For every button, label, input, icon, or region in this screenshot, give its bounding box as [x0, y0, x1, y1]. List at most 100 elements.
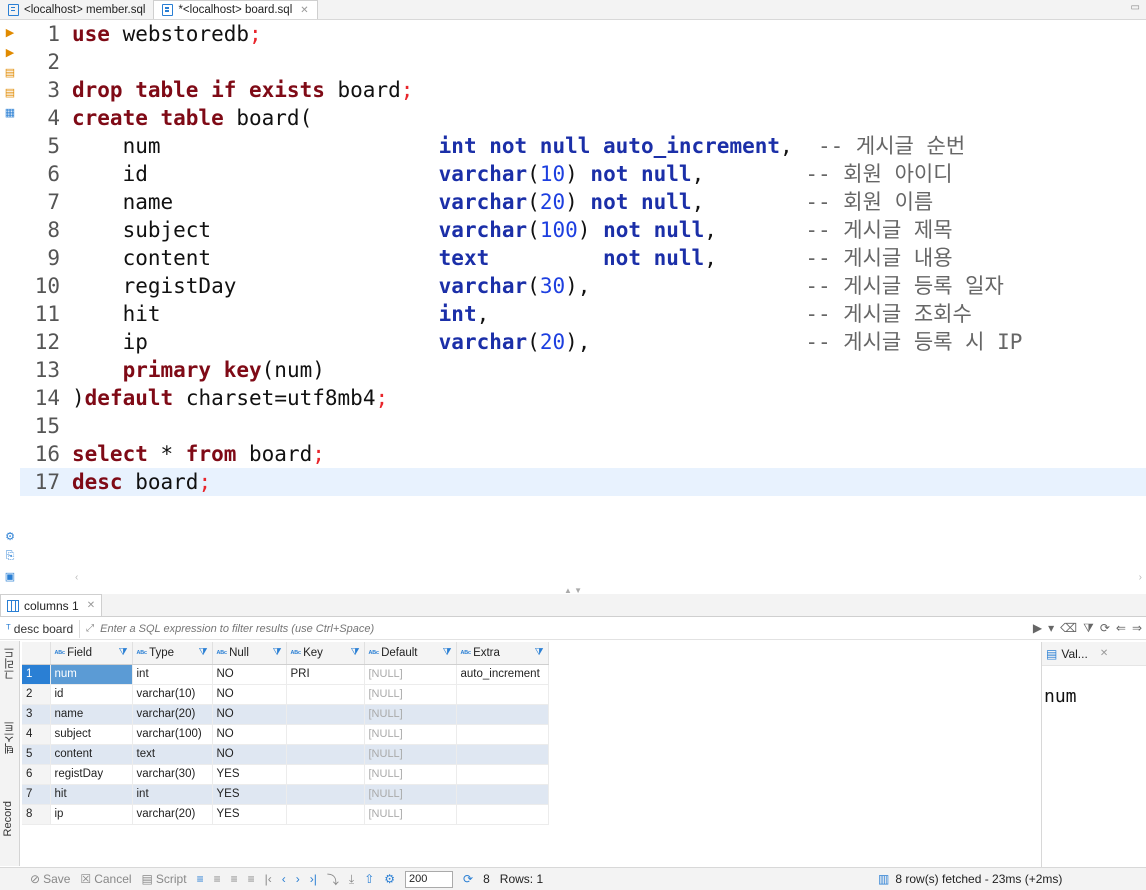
- code-line[interactable]: 5 num int not null auto_increment, -- 게시…: [20, 132, 1146, 160]
- table-cell[interactable]: [286, 784, 365, 805]
- table-cell[interactable]: NO: [212, 684, 287, 705]
- column-header[interactable]: ᴬᴮᶜ Extra ⧩: [456, 642, 549, 665]
- code-line[interactable]: 17 desc board;: [20, 468, 1146, 496]
- table-cell[interactable]: PRI: [286, 664, 365, 685]
- row-number[interactable]: 5: [22, 744, 51, 765]
- table-row[interactable]: 8 ip varchar(20) YES [NULL]: [22, 804, 549, 825]
- table-row[interactable]: 2 id varchar(10) NO [NULL]: [22, 684, 549, 705]
- table-cell[interactable]: int: [132, 664, 213, 685]
- fetch-size-input[interactable]: [405, 870, 454, 888]
- refresh-icon[interactable]: ⟳: [463, 872, 473, 886]
- column-header[interactable]: ᴬᴮᶜ Key ⧩: [286, 642, 365, 665]
- delete-row-icon[interactable]: ≡: [248, 872, 255, 886]
- table-cell[interactable]: NO: [212, 724, 287, 745]
- table-cell[interactable]: ip: [50, 804, 133, 825]
- forward-icon[interactable]: ⇒: [1132, 621, 1142, 636]
- table-cell[interactable]: [286, 724, 365, 745]
- row-number[interactable]: 6: [22, 764, 51, 785]
- code-line[interactable]: 3 drop table if exists board;: [20, 76, 1146, 104]
- column-header[interactable]: ᴬᴮᶜ Field ⧩: [50, 642, 133, 665]
- table-cell[interactable]: hit: [50, 784, 133, 805]
- close-icon[interactable]: ✕: [1100, 648, 1108, 659]
- apply-filter-icon[interactable]: ▶: [1033, 621, 1042, 636]
- code-line[interactable]: 11 hit int, -- 게시글 조회수: [20, 300, 1146, 328]
- table-cell[interactable]: [NULL]: [364, 724, 457, 745]
- settings-gear-icon[interactable]: ⚙: [2, 528, 18, 544]
- tab-record[interactable]: Record: [2, 801, 14, 836]
- table-row[interactable]: 3 name varchar(20) NO [NULL]: [22, 704, 549, 725]
- table-cell[interactable]: YES: [212, 784, 287, 805]
- filter-input[interactable]: [100, 622, 781, 635]
- table-cell[interactable]: NO: [212, 704, 287, 725]
- settings-gear-icon[interactable]: ⚙: [384, 872, 395, 886]
- editor-horizontal-scrollbar[interactable]: ‹ ›: [70, 572, 1146, 586]
- table-cell[interactable]: [NULL]: [364, 764, 457, 785]
- sql-editor[interactable]: 1 use webstoredb; 2 3 drop table if exists b…: [20, 20, 1146, 572]
- table-cell[interactable]: [286, 804, 365, 825]
- code-line[interactable]: 12 ip varchar(20), -- 게시글 등록 시 IP: [20, 328, 1146, 356]
- table-row[interactable]: 1 num int NO PRI [NULL] auto_increment: [22, 664, 549, 685]
- code-line[interactable]: 1 use webstoredb;: [20, 20, 1146, 48]
- table-cell[interactable]: varchar(30): [132, 764, 213, 785]
- close-tab-icon[interactable]: ✕: [300, 5, 308, 16]
- panel-splitter[interactable]: ▲ ▼: [0, 586, 1146, 595]
- table-cell[interactable]: YES: [212, 804, 287, 825]
- table-cell[interactable]: registDay: [50, 764, 133, 785]
- filter-settings-icon[interactable]: ⧩: [1083, 621, 1094, 636]
- table-row[interactable]: 7 hit int YES [NULL]: [22, 784, 549, 805]
- code-line[interactable]: 14)default charset=utf8mb4;: [20, 384, 1146, 412]
- table-cell[interactable]: [NULL]: [364, 804, 457, 825]
- table-cell[interactable]: [286, 704, 365, 725]
- tab-text[interactable]: 텍스트: [2, 721, 18, 754]
- tab-board-sql[interactable]: *<localhost> board.sql ✕: [153, 0, 318, 19]
- code-line[interactable]: 2: [20, 48, 1146, 76]
- last-page-icon[interactable]: ›|: [310, 872, 317, 886]
- clear-filter-icon[interactable]: ⌫: [1060, 621, 1077, 636]
- row-number[interactable]: 2: [22, 684, 51, 705]
- table-cell[interactable]: [286, 684, 365, 705]
- close-tab-icon[interactable]: ✕: [87, 600, 95, 611]
- row-number[interactable]: 3: [22, 704, 51, 725]
- back-icon[interactable]: ⇐: [1116, 621, 1126, 636]
- table-cell[interactable]: content: [50, 744, 133, 765]
- copy-row-icon[interactable]: ≡: [231, 872, 238, 886]
- fetch-all-icon[interactable]: ⤓: [349, 872, 354, 887]
- new-script-icon[interactable]: ▣: [2, 568, 18, 584]
- save-button[interactable]: ⊘ Save: [30, 872, 70, 886]
- expand-filter-icon[interactable]: ⤢: [86, 623, 94, 634]
- export-data-icon[interactable]: ⇧: [364, 872, 374, 886]
- export-icon[interactable]: ⎘: [2, 548, 18, 564]
- table-cell[interactable]: varchar(20): [132, 804, 213, 825]
- table-cell[interactable]: num: [50, 664, 133, 685]
- scroll-right-icon[interactable]: ›: [1139, 572, 1142, 583]
- row-number[interactable]: 4: [22, 724, 51, 745]
- table-cell[interactable]: [456, 724, 549, 745]
- table-cell[interactable]: [286, 744, 365, 765]
- table-row[interactable]: 5 content text NO [NULL]: [22, 744, 549, 765]
- table-cell[interactable]: [456, 784, 549, 805]
- tab-grid[interactable]: 그리드: [2, 647, 18, 680]
- tab-member-sql[interactable]: <localhost> member.sql: [0, 0, 153, 19]
- table-cell[interactable]: NO: [212, 664, 287, 685]
- table-cell[interactable]: [456, 684, 549, 705]
- row-number[interactable]: 8: [22, 804, 51, 825]
- code-line[interactable]: 13 primary key(num): [20, 356, 1146, 384]
- table-cell[interactable]: NO: [212, 744, 287, 765]
- code-line[interactable]: 8 subject varchar(100) not null, -- 게시글 …: [20, 216, 1146, 244]
- table-cell[interactable]: [456, 804, 549, 825]
- code-line[interactable]: 4 create table board(: [20, 104, 1146, 132]
- column-header[interactable]: ᴬᴮᶜ Default ⧩: [364, 642, 457, 665]
- add-row-icon[interactable]: ≡: [214, 872, 221, 886]
- execute-script-icon[interactable]: ▤: [2, 64, 18, 80]
- code-line[interactable]: 16 select * from board;: [20, 440, 1146, 468]
- table-cell[interactable]: varchar(100): [132, 724, 213, 745]
- table-cell[interactable]: [NULL]: [364, 684, 457, 705]
- filter-history-icon[interactable]: ▾: [1048, 621, 1054, 636]
- table-cell[interactable]: varchar(10): [132, 684, 213, 705]
- previous-icon[interactable]: ‹: [282, 872, 286, 886]
- refresh-icon[interactable]: ⟳: [1100, 621, 1110, 636]
- minimize-icon[interactable]: ▭: [1131, 2, 1140, 13]
- column-header[interactable]: ᴬᴮᶜ Null ⧩: [212, 642, 287, 665]
- table-row[interactable]: 6 registDay varchar(30) YES [NULL]: [22, 764, 549, 785]
- table-cell[interactable]: subject: [50, 724, 133, 745]
